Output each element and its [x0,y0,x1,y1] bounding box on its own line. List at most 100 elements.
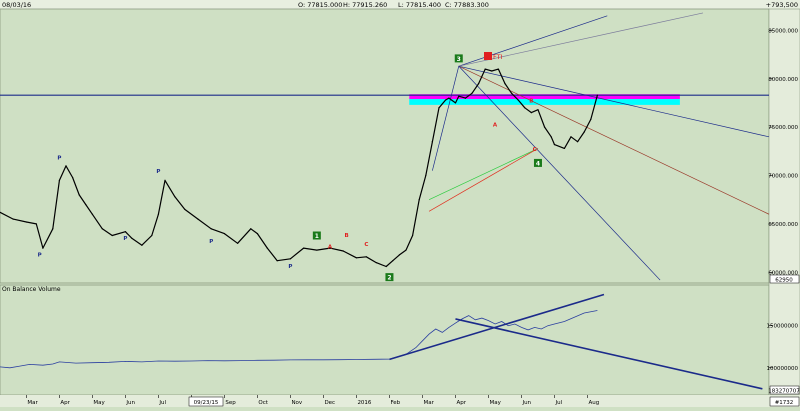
price-ytick-label: 85000.000 [768,28,798,34]
y-axis-strip [768,8,800,396]
x-tick-label: Jun [125,400,135,406]
price-point [85,203,87,206]
price-point [530,112,532,114]
price-point [438,107,440,109]
x-tick-label: Dec [324,400,335,406]
price-point [316,249,318,251]
price-point [405,249,407,251]
obv-ytick-label: 100000000 [767,366,799,372]
price-point [431,141,433,143]
price-point [418,199,420,201]
wave-label: B [529,99,533,105]
wave-label: C [364,242,368,248]
price-point [550,136,552,138]
x-tick-label: May [489,400,501,406]
price-point [289,258,292,260]
price-point [42,247,44,249]
price-point [504,82,506,85]
price-point [237,242,239,244]
wave-label: P [209,239,213,245]
wave-label: 3 [457,56,461,63]
price-point [464,97,466,99]
wave-label: P [57,156,61,162]
price-point [510,92,513,94]
price-ytick-label: 75000.000 [768,125,798,131]
price-point [355,257,358,259]
price-ytick-label: 70000.000 [768,174,798,180]
price-point [454,102,457,104]
price-point [141,244,143,246]
cursor-tag: FTI [493,53,503,61]
price-point [78,194,80,196]
price-point [524,107,526,109]
price-point [484,68,486,70]
price-point [131,237,133,240]
price-point [471,92,473,94]
price-point [72,176,74,179]
price-point [543,126,546,128]
x-tick-label: Mar [27,400,38,406]
wave-label: 1 [315,233,319,240]
header-date: 08/03/16 [2,1,31,9]
price-point [576,141,579,143]
price-point [164,179,166,181]
price-point [197,218,199,220]
header-open: O: 77815.000 [298,1,342,9]
wave-label: A [493,123,498,129]
price-point [256,233,259,235]
price-last-value: 62950 [775,278,793,284]
x-tick-label: Apr [456,400,466,406]
price-point [12,218,14,220]
price-ytick-label: 65000.000 [768,222,798,228]
cursor-date: 09/23/15 [194,400,219,406]
price-point [458,95,460,97]
price-point [266,247,268,249]
x-tick-label: Jul [554,400,562,406]
header-low: L: 77815.400 [398,1,441,9]
price-point [174,196,176,198]
price-ytick-label: 80000.000 [768,77,798,83]
x-tick-label: Aug [588,400,599,406]
x-tick-label: Sep [225,400,236,406]
price-point [477,82,480,85]
price-point [583,131,585,133]
price-point [563,147,565,150]
chart-canvas: 08/03/16 O: 77815.000 H: 77915.260 L: 77… [0,0,800,407]
wave-label: C [533,147,537,153]
price-point [303,247,305,249]
price-point [398,254,400,256]
price-point [35,223,37,225]
price-point [65,165,67,167]
price-point [151,234,153,237]
price-point [157,213,160,215]
price-point [497,68,499,70]
header-corner-value: +793,500 [766,1,798,9]
x-tick-label: Oct [258,400,268,406]
price-point [101,228,103,230]
wave-label: B [344,233,348,239]
wave-label: P [38,252,42,258]
price-point [448,97,450,99]
price-point [375,262,377,264]
price-point [58,179,61,181]
obv-panel-frame [0,284,770,396]
x-tick-label: May [93,400,105,406]
x-tick-label: Feb [390,400,400,406]
price-point [184,208,186,211]
price-point [91,213,94,215]
price-point [342,250,344,252]
x-tick-label: Jul [158,400,166,406]
price-panel-frame [0,8,770,284]
price-point [365,256,367,258]
price-point [425,174,427,177]
price-point [411,234,414,237]
chart-window: 08/03/16 O: 77815.000 H: 77915.260 L: 77… [0,0,800,407]
x-tick-label: 2016 [357,400,371,406]
price-point [444,99,447,101]
cursor-tag-box [484,52,492,60]
price-point [590,118,592,120]
price-point [385,265,387,268]
obv-last-value: 183270707 [768,389,800,395]
price-point [25,221,28,223]
price-point [210,228,212,230]
